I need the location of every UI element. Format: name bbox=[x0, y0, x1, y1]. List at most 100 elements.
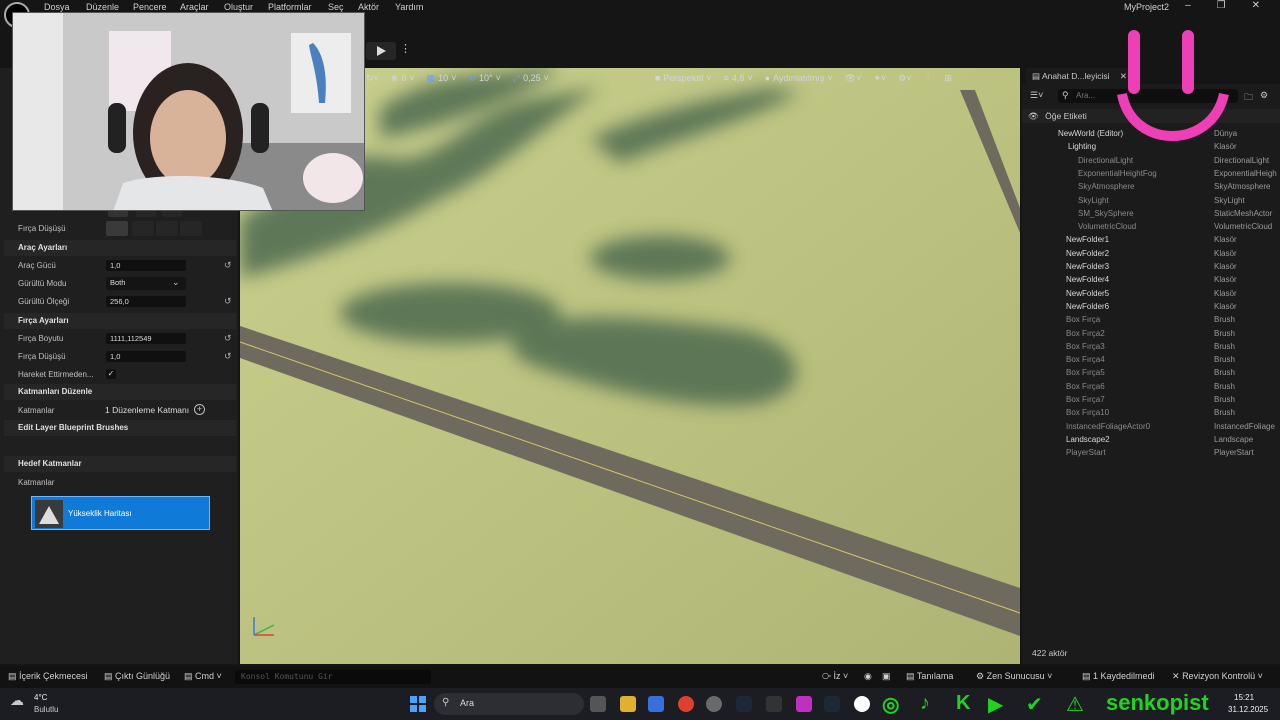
outliner-row[interactable]: Box Fırça6 Brush bbox=[1022, 380, 1280, 393]
steam-icon-2[interactable] bbox=[824, 696, 840, 712]
output-log-button[interactable]: ▤ Çıktı Günlüğü bbox=[104, 671, 170, 682]
unreal-engine-icon[interactable] bbox=[854, 696, 870, 712]
outliner-row[interactable]: SkyLight SkyLight bbox=[1022, 194, 1280, 207]
trace-dropdown[interactable]: ⧂ İz ˅ bbox=[822, 671, 848, 682]
outliner-row[interactable]: Box Fırça10 Brush bbox=[1022, 406, 1280, 419]
unsaved-button[interactable]: ▤ 1 Kaydedilmedi bbox=[1082, 671, 1155, 682]
layout-icon[interactable]: ⊞ bbox=[945, 73, 953, 84]
outliner-row[interactable]: Landscape2 Landscape bbox=[1022, 433, 1280, 446]
surface-snap-control[interactable]: ⧻ 0 ˅ bbox=[391, 73, 415, 84]
outliner-row[interactable]: Box Fırça7 Brush bbox=[1022, 393, 1280, 406]
chrome-icon[interactable] bbox=[678, 696, 694, 712]
store-icon[interactable] bbox=[648, 696, 664, 712]
view-mode-dropdown[interactable]: ● Aydınlatılmış ˅ bbox=[765, 73, 833, 83]
outliner-row[interactable]: NewFolder2 Klasör bbox=[1022, 247, 1280, 260]
play-button[interactable] bbox=[366, 42, 396, 60]
menu-tools[interactable]: Araçlar bbox=[180, 2, 209, 12]
outliner-row[interactable]: InstancedFoliageActor0 InstancedFoliage bbox=[1022, 420, 1280, 433]
falloff-linear-button[interactable] bbox=[132, 221, 154, 236]
outliner-row[interactable]: SM_SkySphere StaticMeshActor bbox=[1022, 207, 1280, 220]
close-icon[interactable]: ✕ bbox=[1252, 0, 1260, 11]
more-icon[interactable]: ⋮ bbox=[924, 73, 933, 84]
target-layers-section[interactable]: Hedef Katmanlar bbox=[4, 456, 236, 472]
more-options-icon[interactable]: ⋮ bbox=[400, 42, 411, 55]
drawer-icon: ▤ bbox=[8, 671, 17, 681]
cmd-dropdown[interactable]: ▤ Cmd ˅ bbox=[184, 671, 222, 682]
record-icon[interactable]: ◉ bbox=[864, 671, 872, 682]
outliner-row[interactable]: NewFolder5 Klasör bbox=[1022, 287, 1280, 300]
show-flags-icon[interactable]: 👁˅ bbox=[845, 73, 862, 84]
item-label-column[interactable]: Öğe Etiketi bbox=[1045, 111, 1087, 121]
scale-snap-control[interactable]: ⤢ 0,25 ˅ bbox=[513, 73, 549, 84]
settings-gear-icon[interactable]: ⚙˅ bbox=[898, 73, 911, 84]
camera-speed-control[interactable]: ≡ 4,8 ˅ bbox=[724, 73, 753, 83]
outliner-row[interactable]: Box Fırça4 Brush bbox=[1022, 353, 1280, 366]
heightmap-layer-item[interactable]: Yükseklik Haritası bbox=[31, 496, 210, 530]
falloff-smooth-button[interactable] bbox=[106, 221, 128, 236]
edit-layers-section[interactable]: Katmanları Düzenle bbox=[4, 384, 236, 400]
brush-falloff-field[interactable]: 1,0 bbox=[106, 351, 186, 362]
menu-platforms[interactable]: Platformlar bbox=[268, 2, 312, 12]
visibility-eye-icon[interactable]: 👁 bbox=[1028, 111, 1039, 121]
reset-icon[interactable]: ↺ bbox=[224, 351, 232, 362]
outliner-row[interactable]: Box Fırça5 Brush bbox=[1022, 366, 1280, 379]
settings-gear-icon[interactable]: ⚙ bbox=[1260, 90, 1268, 101]
zen-server-dropdown[interactable]: ⚙ Zen Sunucusu ˅ bbox=[976, 671, 1052, 682]
trace-label: İz bbox=[833, 671, 841, 681]
effects-icon[interactable]: ✦˅ bbox=[873, 73, 886, 84]
revision-control-dropdown[interactable]: ✕ Revizyon Kontrolü ˅ bbox=[1172, 671, 1263, 682]
brush-settings-section[interactable]: Fırça Ayarları bbox=[4, 313, 236, 329]
tool-settings-section[interactable]: Araç Ayarları bbox=[4, 240, 236, 256]
move-checkbox[interactable]: ✓ bbox=[106, 369, 116, 379]
noise-scale-field[interactable]: 256,0 bbox=[106, 296, 186, 307]
file-explorer-icon[interactable] bbox=[620, 696, 636, 712]
edit-layer-blueprint-section[interactable]: Edit Layer Blueprint Brushes bbox=[4, 420, 236, 436]
steam-icon[interactable] bbox=[736, 696, 752, 712]
perspective-dropdown[interactable]: ■ Perspektif ˅ bbox=[655, 73, 712, 83]
content-drawer-button[interactable]: ▤ İçerik Çekmecesi bbox=[8, 671, 88, 682]
minimize-icon[interactable]: – bbox=[1185, 0, 1191, 11]
reset-icon[interactable]: ↺ bbox=[224, 260, 232, 271]
menu-build[interactable]: Oluştur bbox=[224, 2, 253, 12]
reset-icon[interactable]: ↺ bbox=[224, 333, 232, 344]
task-view-icon[interactable] bbox=[590, 696, 606, 712]
falloff-tip-button[interactable] bbox=[180, 221, 202, 236]
filter-icon[interactable]: ☰˅ bbox=[1030, 90, 1043, 101]
rotation-snap-control[interactable]: ↻ 10° ˅ bbox=[468, 73, 500, 84]
outliner-row[interactable]: VolumetricCloud VolumetricCloud bbox=[1022, 220, 1280, 233]
console-input[interactable]: Konsol Komutunu Gir bbox=[235, 670, 431, 684]
menu-actor[interactable]: Aktör bbox=[358, 2, 379, 12]
brush-size-field[interactable]: 1111,112549 bbox=[106, 333, 186, 344]
epic-games-icon[interactable] bbox=[766, 696, 782, 712]
menu-file[interactable]: Dosya bbox=[44, 2, 70, 12]
add-layer-icon[interactable]: + bbox=[194, 404, 205, 415]
add-folder-icon[interactable]: 🗀 bbox=[1244, 90, 1253, 106]
reset-icon[interactable]: ↺ bbox=[224, 296, 232, 307]
outliner-row[interactable]: NewFolder3 Klasör bbox=[1022, 260, 1280, 273]
github-icon[interactable] bbox=[706, 696, 722, 712]
menu-edit[interactable]: Düzenle bbox=[86, 2, 119, 12]
falloff-spherical-button[interactable] bbox=[156, 221, 178, 236]
derive-button[interactable]: ▤ Tanılama bbox=[906, 671, 953, 682]
menu-select[interactable]: Seç bbox=[328, 2, 344, 12]
maximize-icon[interactable]: ❐ bbox=[1217, 0, 1226, 11]
outliner-row[interactable]: Box Fırça Brush bbox=[1022, 313, 1280, 326]
rotate-mode-icon[interactable]: ↻˅ bbox=[366, 73, 379, 84]
app-icon[interactable] bbox=[796, 696, 812, 712]
grid-snap-control[interactable]: ▦ 10 ˅ bbox=[427, 73, 457, 84]
outliner-row[interactable]: NewFolder4 Klasör bbox=[1022, 273, 1280, 286]
outliner-row[interactable]: ExponentialHeightFog ExponentialHeigh bbox=[1022, 167, 1280, 180]
outliner-row[interactable]: Box Fırça3 Brush bbox=[1022, 340, 1280, 353]
outliner-row[interactable]: NewFolder6 Klasör bbox=[1022, 300, 1280, 313]
outliner-row[interactable]: Box Fırça2 Brush bbox=[1022, 327, 1280, 340]
menu-help[interactable]: Yardım bbox=[395, 2, 423, 12]
camera-capture-icon[interactable]: ▣ bbox=[882, 671, 891, 682]
outliner-row[interactable]: SkyAtmosphere SkyAtmosphere bbox=[1022, 180, 1280, 193]
outliner-row[interactable]: PlayerStart PlayerStart bbox=[1022, 446, 1280, 459]
outliner-row[interactable]: NewFolder1 Klasör bbox=[1022, 233, 1280, 246]
taskbar-search[interactable]: ⚲ Ara bbox=[434, 693, 584, 715]
tool-strength-field[interactable]: 1,0 bbox=[106, 260, 186, 271]
youtube-icon: ▶ bbox=[988, 694, 1004, 716]
menu-window[interactable]: Pencere bbox=[133, 2, 167, 12]
windows-start-icon[interactable] bbox=[410, 696, 426, 712]
